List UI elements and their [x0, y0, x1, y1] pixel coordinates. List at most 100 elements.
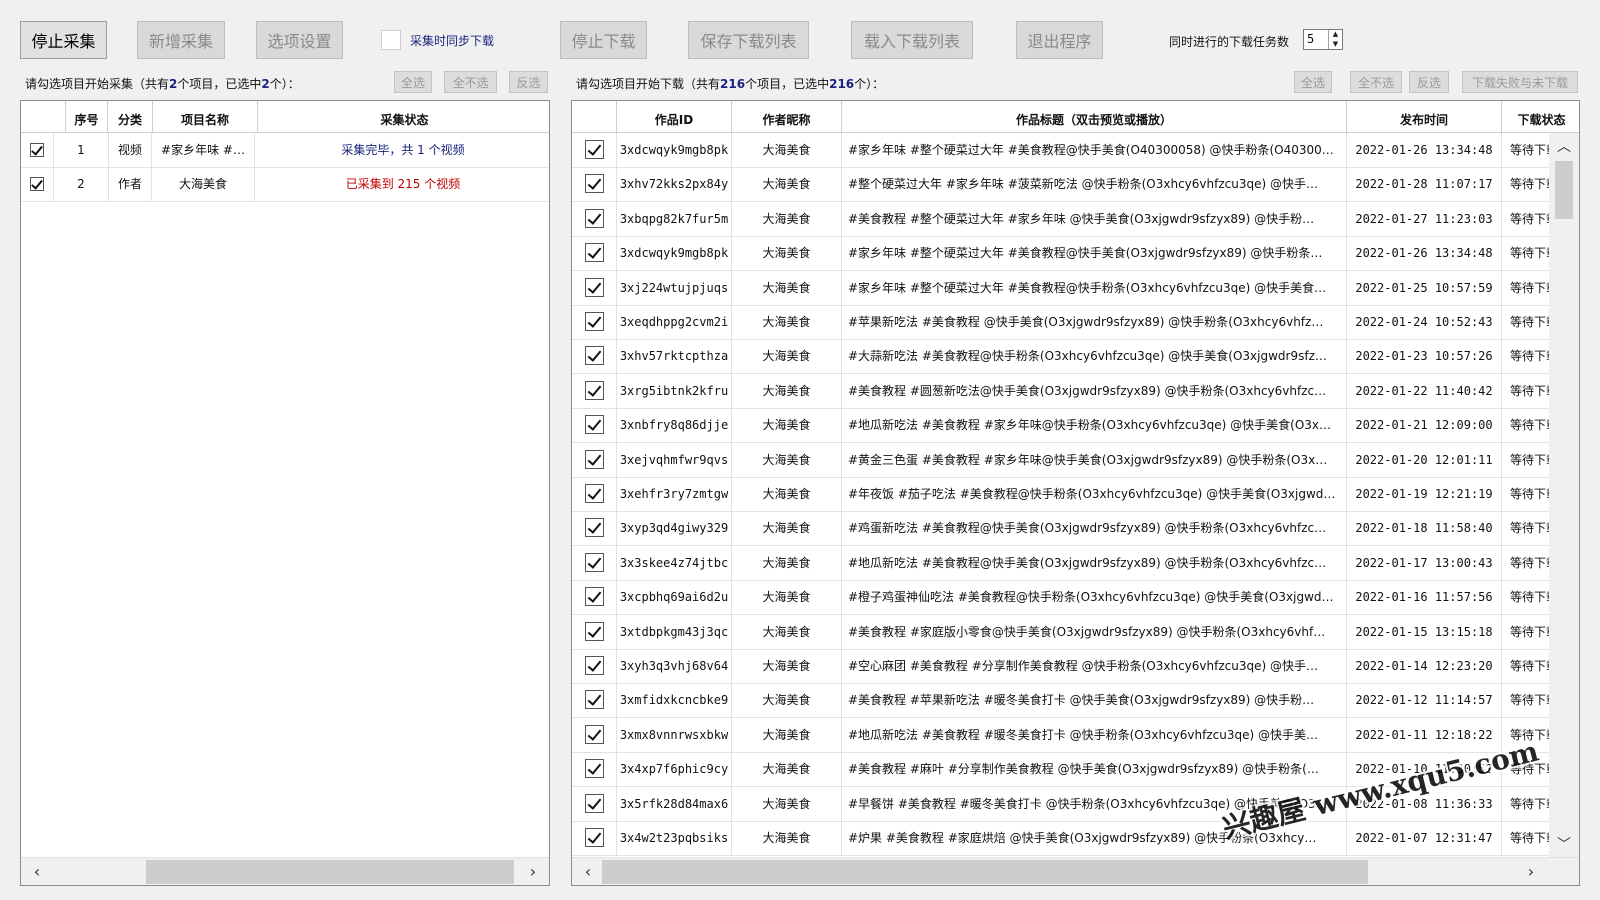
checkmark-icon[interactable] — [584, 484, 604, 503]
download-vscroll-thumb[interactable] — [1555, 161, 1573, 219]
checkmark-icon[interactable] — [584, 277, 604, 297]
save-list-button[interactable]: 保存下载列表 — [688, 21, 809, 59]
checkmark-icon[interactable] — [30, 142, 44, 157]
download-vscrollbar[interactable]: ︿ ﹀ — [1549, 133, 1579, 859]
spin-down-icon[interactable]: ▼ — [1329, 40, 1342, 50]
row-title[interactable]: #美食教程 #苹果新吃法 #暖冬美食打卡 @快手美食(O3xjgwdr9sfzy… — [842, 683, 1347, 719]
row-checkbox[interactable] — [572, 477, 617, 512]
checkmark-icon[interactable] — [584, 656, 604, 675]
download-row[interactable]: 3xejvqhmfwr9qvs 大海美食 #黄金三色蛋 #美食教程 #家乡年味@快手… — [572, 442, 1551, 478]
checkmark-icon[interactable] — [584, 621, 604, 641]
row-checkbox[interactable] — [572, 270, 617, 306]
download-row[interactable]: 3xyp3qd4giwy329 大海美食 #鸡蛋新吃法 #美食教程@快手美食(O3x… — [572, 511, 1551, 547]
spin-up-icon[interactable]: ▲ — [1329, 30, 1342, 40]
row-title[interactable]: #橙子鸡蛋神仙吃法 #美食教程@快手粉条(O3xhcy6vhfzcu3qe) @… — [842, 580, 1347, 616]
download-row[interactable]: 3x4w2t23pqbsiks 大海美食 #炉果 #美食教程 #家庭烘焙 @快手美食… — [572, 821, 1551, 856]
row-checkbox[interactable] — [572, 580, 617, 616]
right-select-all-button[interactable]: 全选 — [1294, 71, 1332, 93]
checkmark-icon[interactable] — [584, 312, 604, 331]
row-title[interactable]: #大蒜新吃法 #美食教程@快手粉条(O3xhcy6vhfzcu3qe) @快手美… — [842, 339, 1347, 375]
download-row[interactable]: 3xhv57rktcpthza 大海美食 #大蒜新吃法 #美食教程@快手粉条(O3x… — [572, 339, 1551, 375]
row-title[interactable]: #美食教程 #麻叶 #分享制作美食教程 @快手美食(O3xjgwdr9sfzyx… — [842, 752, 1347, 788]
download-row[interactable]: 3xnbfry8q86djje 大海美食 #地瓜新吃法 #美食教程 #家乡年味@快手… — [572, 408, 1551, 444]
row-checkbox[interactable] — [572, 236, 617, 272]
checkmark-icon[interactable] — [584, 552, 604, 572]
download-header-time[interactable]: 发布时间 — [1347, 101, 1502, 133]
checkmark-icon[interactable] — [584, 587, 604, 607]
row-checkbox[interactable] — [572, 821, 617, 856]
row-checkbox[interactable] — [572, 373, 617, 409]
download-row[interactable]: 3xdcwqyk9mgb8pk 大海美食 #家乡年味 #整个硬菜过大年 #美食教程@… — [572, 133, 1551, 168]
row-title[interactable]: #家乡年味 #整个硬菜过大年 #美食教程@快手粉条(O3xhcy6vhfzcu3… — [842, 270, 1347, 306]
row-title[interactable]: #家乡年味 #整个硬菜过大年 #美食教程@快手美食(O40300058) @快手… — [842, 133, 1347, 168]
collect-hscrollbar[interactable]: ‹ › — [21, 857, 549, 885]
row-checkbox[interactable] — [572, 133, 617, 168]
checkmark-icon[interactable] — [584, 174, 604, 194]
row-title[interactable]: #家乡年味 #整个硬菜过大年 #美食教程@快手美食(O3xjgwdr9sfzyx… — [842, 236, 1347, 272]
row-title[interactable]: #地瓜新吃法 #美食教程 #家乡年味@快手粉条(O3xhcy6vhfzcu3qe… — [842, 408, 1347, 444]
collect-hscroll-thumb[interactable] — [146, 860, 514, 884]
row-title[interactable]: #美食教程 #圆葱新吃法@快手美食(O3xjgwdr9sfzyx89) @快手粉… — [842, 373, 1347, 409]
checkmark-icon[interactable] — [30, 176, 44, 191]
download-hscroll-thumb[interactable] — [602, 860, 1368, 884]
download-row[interactable]: 3xehfr3ry7zmtgw 大海美食 #年夜饭 #茄子吃法 #美食教程@快手粉条… — [572, 477, 1551, 512]
download-row[interactable]: 3xdcwqyk9mgb8pk 大海美食 #家乡年味 #整个硬菜过大年 #美食教程@… — [572, 236, 1551, 272]
row-checkbox[interactable] — [572, 717, 617, 753]
row-checkbox[interactable] — [572, 442, 617, 478]
row-title[interactable]: #美食教程 #整个硬菜过大年 #家乡年味 @快手美食(O3xjgwdr9sfzy… — [842, 201, 1347, 237]
add-collect-button[interactable]: 新增采集 — [137, 21, 225, 59]
row-title[interactable]: #地瓜新吃法 #美食教程 #暖冬美食打卡 @快手粉条(O3xhcy6vhfzcu… — [842, 717, 1347, 753]
download-row[interactable]: 3xeqdhppg2cvm2i 大海美食 #苹果新吃法 #美食教程 @快手美食(O3… — [572, 305, 1551, 340]
row-title[interactable]: #黄金三色蛋 #美食教程 #家乡年味@快手美食(O3xjgwdr9sfzyx89… — [842, 442, 1347, 478]
collect-header-no[interactable]: 序号 — [66, 101, 108, 133]
download-row[interactable]: 3xyh3q3vhj68v64 大海美食 #空心麻团 #美食教程 #分享制作美食教程… — [572, 649, 1551, 684]
download-hscrollbar[interactable]: ‹ › — [572, 857, 1579, 885]
checkmark-icon[interactable] — [584, 208, 604, 228]
left-select-all-button[interactable]: 全选 — [394, 71, 432, 93]
load-list-button[interactable]: 载入下载列表 — [851, 21, 973, 59]
scroll-left-icon[interactable]: ‹ — [23, 858, 51, 885]
scroll-right-icon[interactable]: › — [519, 858, 547, 885]
download-row[interactable]: 3xmx8vnnrwsxbkw 大海美食 #地瓜新吃法 #美食教程 #暖冬美食打卡 … — [572, 717, 1551, 753]
download-header-author[interactable]: 作者昵称 — [732, 101, 842, 133]
options-button[interactable]: 选项设置 — [256, 21, 343, 59]
collect-header-name[interactable]: 项目名称 — [153, 101, 258, 133]
checkmark-icon[interactable] — [584, 415, 604, 435]
download-row[interactable]: 3xmfidxkcncbke9 大海美食 #美食教程 #苹果新吃法 #暖冬美食打卡 … — [572, 683, 1551, 719]
stop-collect-button[interactable]: 停止采集 — [20, 21, 107, 59]
sync-download-checkbox[interactable] — [381, 30, 401, 50]
download-row[interactable]: 3xtdbpkgm43j3qc 大海美食 #美食教程 #家庭版小零食@快手美食(O3… — [572, 614, 1551, 650]
download-row[interactable]: 3xrg5ibtnk2kfru 大海美食 #美食教程 #圆葱新吃法@快手美食(O3x… — [572, 373, 1551, 409]
download-row[interactable]: 3xcpbhq69ai6d2u 大海美食 #橙子鸡蛋神仙吃法 #美食教程@快手粉条(… — [572, 580, 1551, 616]
row-checkbox[interactable] — [572, 339, 617, 375]
download-header-status[interactable]: 下载状态 — [1502, 101, 1579, 133]
row-checkbox[interactable] — [572, 683, 617, 719]
row-title[interactable]: #鸡蛋新吃法 #美食教程@快手美食(O3xjgwdr9sfzyx89) @快手粉… — [842, 511, 1347, 547]
stop-download-button[interactable]: 停止下载 — [560, 21, 647, 59]
checkmark-icon[interactable] — [584, 518, 604, 538]
download-row[interactable]: 3xbqpg82k7fur5m 大海美食 #美食教程 #整个硬菜过大年 #家乡年味 … — [572, 201, 1551, 237]
row-title[interactable]: #年夜饭 #茄子吃法 #美食教程@快手粉条(O3xhcy6vhfzcu3qe) … — [842, 477, 1347, 512]
row-checkbox[interactable] — [572, 649, 617, 684]
left-invert-button[interactable]: 反选 — [509, 71, 548, 93]
right-select-none-button[interactable]: 全不选 — [1350, 71, 1402, 93]
checkmark-icon[interactable] — [584, 140, 604, 159]
row-checkbox[interactable] — [572, 752, 617, 788]
checkmark-icon[interactable] — [584, 346, 604, 366]
checkmark-icon[interactable] — [584, 793, 604, 813]
checkmark-icon[interactable] — [584, 690, 604, 710]
scroll-right-icon[interactable]: › — [1517, 858, 1545, 885]
row-checkbox[interactable] — [572, 305, 617, 340]
checkmark-icon[interactable] — [584, 243, 604, 263]
row-checkbox[interactable] — [21, 133, 54, 168]
right-invert-button[interactable]: 反选 — [1409, 71, 1449, 93]
row-checkbox[interactable] — [21, 167, 54, 202]
row-checkbox[interactable] — [572, 614, 617, 650]
collect-header-category[interactable]: 分类 — [108, 101, 153, 133]
row-checkbox[interactable] — [572, 545, 617, 581]
row-checkbox[interactable] — [572, 408, 617, 444]
checkmark-icon[interactable] — [584, 759, 604, 779]
checkmark-icon[interactable] — [584, 828, 604, 847]
download-header-check[interactable] — [572, 101, 617, 133]
download-row[interactable]: 3xhv72kks2px84y 大海美食 #整个硬菜过大年 #家乡年味 #菠菜新吃法… — [572, 167, 1551, 203]
